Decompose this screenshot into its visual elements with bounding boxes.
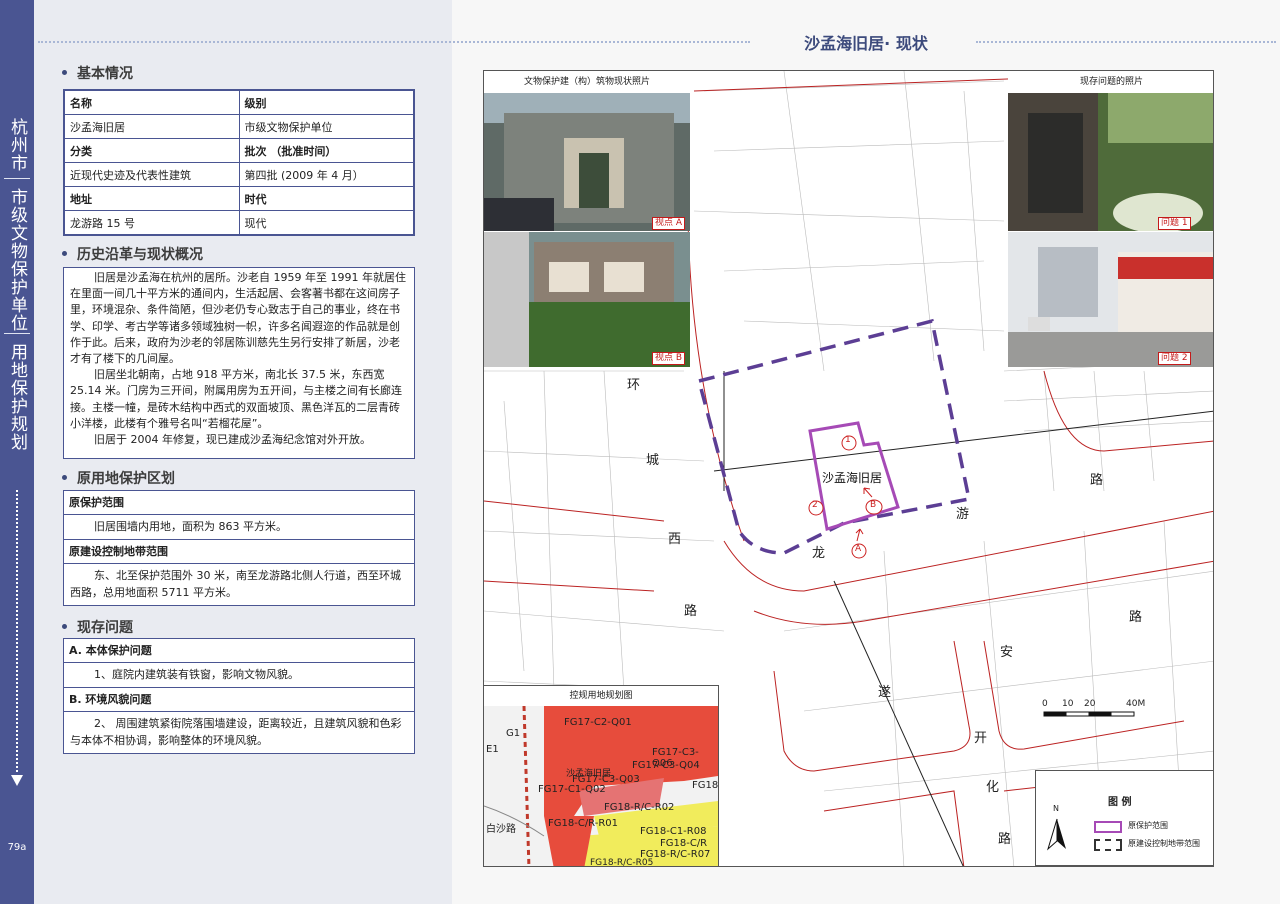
range-label: 原保护范围: [64, 491, 414, 515]
band-dots: [16, 490, 20, 772]
batch-value: 第四批 (2009 年 4 月）: [238, 162, 414, 187]
section-title-basic: 基本情况: [62, 63, 133, 83]
scale-tick: 40M: [1126, 699, 1146, 709]
marker-a: A: [855, 544, 862, 554]
site-label: 沙孟海旧居: [822, 469, 883, 486]
issue-b-label: B. 环境风貌问题: [64, 687, 414, 712]
band-category: 市级文物保护单位: [7, 188, 27, 332]
side-band: 杭州市 市级文物保护单位 用地保护规划 79a: [0, 0, 34, 904]
legend-control-label: 原建设控制地带范围: [1128, 839, 1200, 848]
road-char: 游: [956, 507, 970, 522]
marker-2: 2: [812, 500, 818, 510]
basic-info-table: 名称 级别 沙孟海旧居 市级文物保护单位 分类 批次 （批准时间） 近现代史迹及代表性…: [63, 89, 415, 236]
road-char: 西: [668, 532, 682, 547]
band-section: 用地保护规划: [7, 343, 27, 451]
inset-label: FG17-C1-Q02: [538, 784, 606, 795]
legend-control-swatch: [1094, 839, 1122, 851]
legend-north: N: [1053, 804, 1059, 813]
photos-left-caption: 文物保护建（构）筑物现状照片: [484, 71, 690, 94]
history-paragraph: 旧居坐北朝南，占地 918 平方米，南北长 37.5 米，东西宽 25.14 米…: [70, 368, 402, 430]
address-value: 龙游路 15 号: [64, 210, 240, 235]
inset-label: 白沙路: [486, 824, 516, 835]
road-char: 路: [1090, 473, 1104, 488]
name-label: 名称: [64, 90, 240, 115]
issues-box: A. 本体保护问题 1、庭院内建筑装有铁窗，影响文物风貌。 B. 环境风貌问题 …: [63, 638, 415, 754]
scale-tick: 20: [1084, 699, 1096, 709]
type-value: 近现代史迹及代表性建筑: [64, 162, 240, 187]
inset-label: E1: [486, 744, 499, 755]
level-value: 市级文物保护单位: [238, 114, 414, 139]
section-title-issues: 现存问题: [62, 617, 133, 637]
road-char: 龙: [812, 546, 826, 561]
inset-planning-map: 控规用地规划图 FG17-C2-Q01 FG17-C3-Q06 FG17-C3-…: [484, 685, 719, 867]
history-paragraph: 旧居是沙孟海在杭州的居所。沙老自 1959 年至 1991 年就居住在里面一间几…: [70, 271, 406, 366]
issue-2-label: 问题 2: [1158, 352, 1191, 365]
inset-label: FG18-R/C-R05: [590, 858, 654, 867]
north-arrow-icon: [1047, 818, 1066, 851]
issue-1-label: 问题 1: [1158, 217, 1191, 230]
page: 杭州市 市级文物保护单位 用地保护规划 79a 基本情况 名称 级别 沙孟海旧居市…: [0, 0, 1280, 904]
photo-view-b: [484, 232, 690, 367]
legend-title: 图 例: [1108, 797, 1132, 808]
issue-a-label: A. 本体保护问题: [64, 639, 414, 663]
photo-issue-2: [1008, 232, 1213, 367]
zoning-box: 原保护范围 旧居围墙内用地，面积为 863 平方米。 原建设控制地带范围 东、北…: [63, 490, 415, 606]
address-label: 地址: [64, 186, 240, 211]
section-title-zoning: 原用地保护区划: [62, 468, 175, 488]
legend-range-swatch: [1094, 821, 1122, 833]
name-value: 沙孟海旧居: [64, 114, 240, 139]
page-number: 79a: [7, 842, 27, 853]
legend-range-label: 原保护范围: [1128, 821, 1168, 830]
band-city: 杭州市: [7, 118, 27, 172]
inset-label: G1: [506, 728, 521, 739]
site-map: 沙孟海旧居 1 2 B A 环 城 西 路 龙 游 路 安 遂 路 开 化 路 …: [483, 70, 1214, 867]
road-char: 安: [1000, 645, 1014, 660]
control-label: 原建设控制地带范围: [64, 539, 414, 564]
photo-view-a: [484, 93, 690, 231]
marker-b: B: [870, 500, 877, 510]
view-a-label: 视点 A: [652, 217, 686, 230]
road-char: 开: [974, 731, 988, 746]
road-char: 路: [684, 604, 698, 619]
inset-caption: 控规用地规划图: [484, 686, 718, 707]
inset-label: FG18: [692, 780, 719, 791]
inset-label: FG17-C2-Q01: [564, 717, 632, 728]
band-separator: [4, 333, 30, 334]
road-char: 环: [627, 378, 641, 393]
history-box: 旧居是沙孟海在杭州的居所。沙老自 1959 年至 1991 年就居住在里面一间几…: [63, 267, 415, 459]
era-value: 现代: [238, 210, 414, 235]
road-char: 遂: [878, 685, 892, 700]
road-char: 路: [1129, 610, 1143, 625]
down-arrow-icon: [11, 775, 23, 786]
issue-b-text: 2、 周围建筑紧街院落围墙建设，距离较近，且建筑风貌和色彩与本体不相协调，影响整…: [70, 717, 402, 747]
road-char: 化: [986, 780, 1000, 795]
section-title-history: 历史沿革与现状概况: [62, 244, 203, 264]
map-title: 沙孟海旧居· 现状: [804, 34, 928, 53]
level-label: 级别: [238, 90, 414, 115]
inset-label: FG18-C1-R08: [640, 826, 707, 837]
batch-label: 批次 （批准时间）: [238, 138, 414, 163]
history-paragraph: 旧居于 2004 年修复，现已建成沙孟海纪念馆对外开放。: [94, 433, 371, 447]
control-zone-outline: [696, 318, 972, 555]
inset-label: FG17-C3-Q04: [632, 760, 700, 771]
road-char: 城: [646, 453, 660, 468]
type-label: 分类: [64, 138, 240, 163]
inset-label: FG18-C/R-R01: [548, 818, 619, 829]
marker-1: 1: [845, 435, 851, 445]
scale-tick: 10: [1062, 699, 1074, 709]
range-text: 旧居围墙内用地，面积为 863 平方米。: [94, 520, 287, 533]
photo-issue-1: [1008, 93, 1213, 233]
band-separator: [4, 178, 30, 179]
issue-a-text: 1、庭院内建筑装有铁窗，影响文物风貌。: [94, 668, 299, 681]
view-b-label: 视点 B: [652, 352, 686, 365]
inset-label: FG18-C/R: [660, 838, 708, 849]
inset-label: FG18-R/C-R02: [604, 802, 675, 813]
era-label: 时代: [238, 186, 414, 211]
map-legend: 图 例 N 原保护范围 原建设控制地带范围: [1035, 770, 1214, 866]
scale-tick: 0: [1042, 699, 1048, 709]
photos-right-caption: 现存问题的照片: [1008, 71, 1213, 94]
road-char: 路: [998, 832, 1012, 847]
control-text: 东、北至保护范围外 30 米，南至龙游路北侧人行道，西至环城西路，总用地面积 5…: [70, 569, 401, 599]
